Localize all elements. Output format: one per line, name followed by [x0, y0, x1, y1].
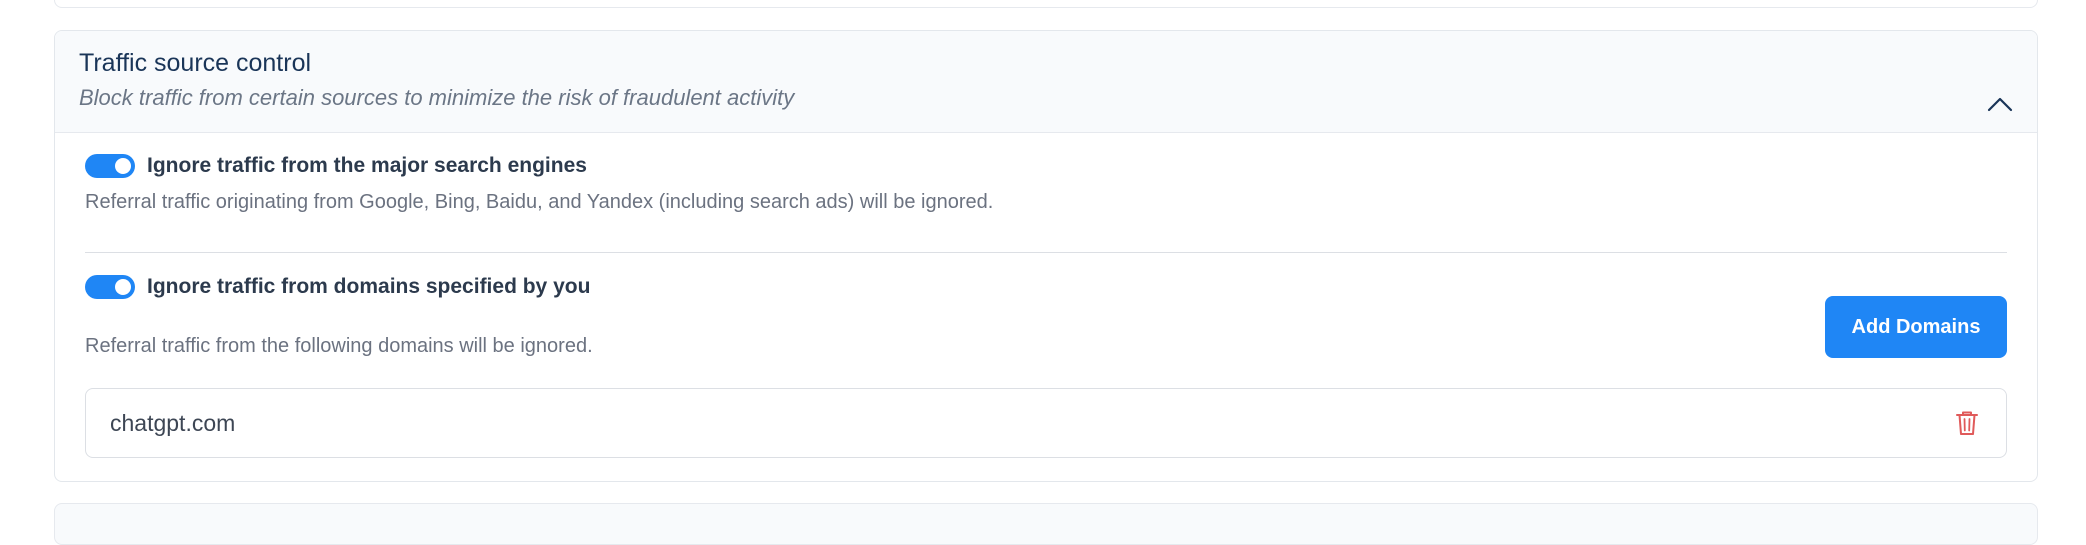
domain-name: chatgpt.com — [110, 409, 235, 437]
next-section-card — [54, 503, 2038, 545]
custom-domains-option-title: Ignore traffic from domains specified by… — [147, 274, 590, 300]
toggle-knob — [115, 158, 131, 174]
trash-icon[interactable] — [1954, 409, 1980, 437]
divider — [85, 252, 2007, 253]
section-title: Traffic source control — [79, 48, 311, 78]
previous-section-card — [54, 0, 2038, 8]
search-engines-option-title: Ignore traffic from the major search eng… — [147, 153, 587, 179]
traffic-source-control-card: Traffic source control Block traffic fro… — [54, 30, 2038, 482]
domain-list-item: chatgpt.com — [85, 388, 2007, 458]
toggle-knob — [115, 279, 131, 295]
section-header[interactable]: Traffic source control Block traffic fro… — [55, 31, 2037, 133]
custom-domains-option-description: Referral traffic from the following doma… — [85, 333, 593, 359]
search-engines-toggle[interactable] — [85, 154, 135, 178]
chevron-up-icon[interactable] — [1985, 93, 2015, 115]
section-subtitle: Block traffic from certain sources to mi… — [79, 84, 794, 112]
custom-domains-toggle[interactable] — [85, 275, 135, 299]
search-engines-option-description: Referral traffic originating from Google… — [85, 189, 993, 215]
add-domains-button[interactable]: Add Domains — [1825, 296, 2007, 358]
